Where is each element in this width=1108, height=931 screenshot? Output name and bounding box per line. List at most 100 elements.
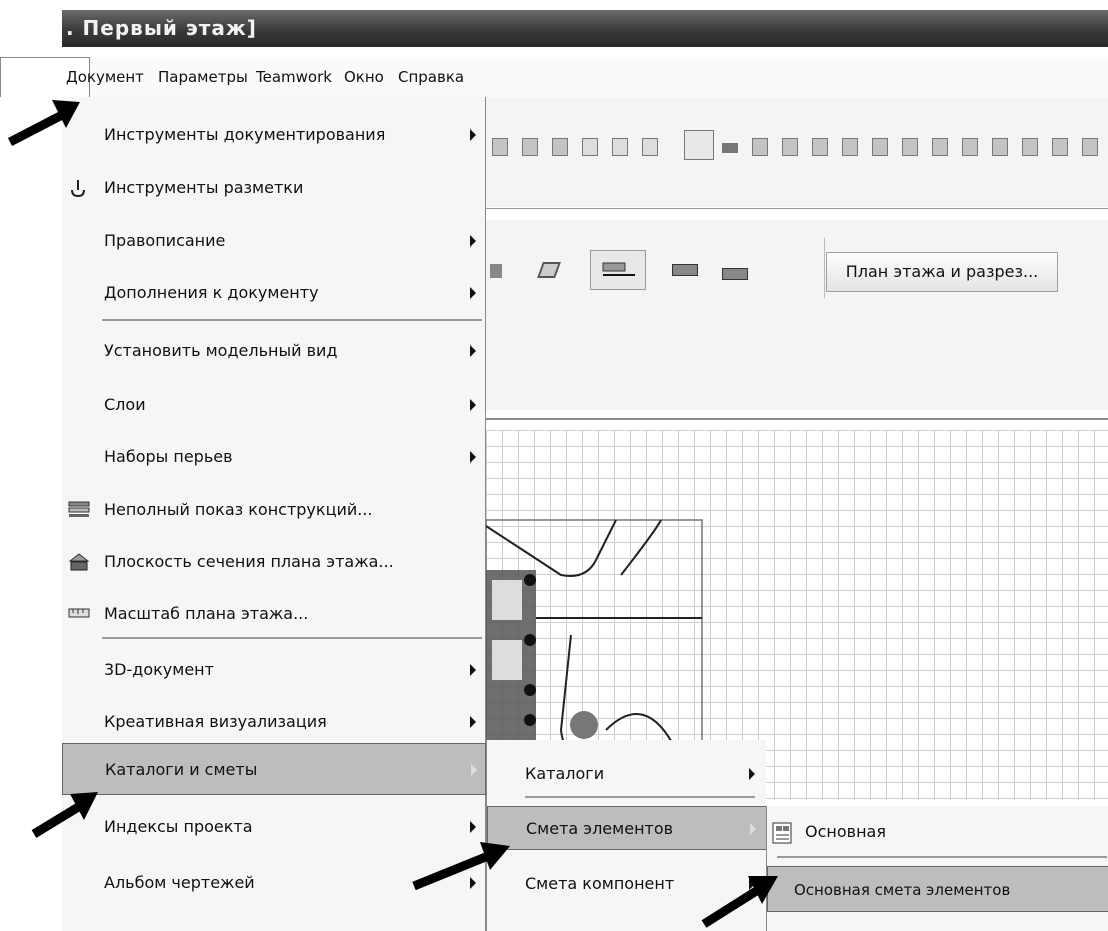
- menu-item-label: 3D-документ: [104, 660, 214, 679]
- wall-reference-line-button[interactable]: [590, 250, 646, 290]
- menu-item-set-model-view[interactable]: Установить модельный вид: [62, 331, 486, 371]
- menu-item-document-extras[interactable]: Дополнения к документу: [62, 273, 486, 313]
- submenu-arrow-icon: [470, 129, 476, 141]
- submenu-item-catalogs[interactable]: Каталоги: [487, 754, 767, 794]
- menu-item-label: Альбом чертежей: [104, 873, 255, 892]
- menubar-item-help[interactable]: Справка: [398, 68, 464, 86]
- menu-item-label: Плоскость сечения плана этажа...: [104, 552, 394, 571]
- pointer-arrow-icon: [7, 100, 80, 146]
- menu-item-label: Слои: [104, 395, 146, 414]
- toolbar-tool-icon[interactable]: [582, 138, 598, 156]
- reference-line-icon: [602, 262, 635, 276]
- wall-tool-icon[interactable]: [684, 130, 714, 160]
- submenu-item-label: Основная смета элементов: [794, 881, 1011, 899]
- submenu-arrow-icon: [470, 451, 476, 463]
- menubar-item-document[interactable]: Документ: [66, 68, 144, 86]
- submenu-arrow-icon: [470, 821, 476, 833]
- toolbar-divider: [486, 208, 1108, 209]
- floor-plan-and-section-label: План этажа и разрез...: [845, 262, 1039, 281]
- toolbar-tool-icon[interactable]: [842, 138, 858, 156]
- toolbar-tool-icon[interactable]: [962, 138, 978, 156]
- menu-item-label: Каталоги и сметы: [105, 760, 258, 779]
- title-bar: . Первый этаж]: [62, 10, 1108, 47]
- menu-item-3d-document[interactable]: 3D-документ: [62, 650, 486, 690]
- floor-plan-and-section-button[interactable]: План этажа и разрез...: [826, 252, 1058, 292]
- scale-ruler-icon: [68, 604, 90, 622]
- submenu-item-label: Смета компонент: [525, 874, 675, 893]
- submenu-item-label: Каталоги: [525, 764, 605, 783]
- wall-geometry-icon[interactable]: [490, 264, 502, 278]
- menu-item-layers[interactable]: Слои: [62, 385, 486, 425]
- toolbar-tool-icon[interactable]: [752, 138, 768, 156]
- toolbar-tool-icon[interactable]: [1052, 138, 1068, 156]
- submenu-item-element-schedule[interactable]: Смета элементов: [487, 806, 767, 850]
- menu-item-label: Инструменты разметки: [104, 178, 304, 197]
- menu-item-creative-visualization[interactable]: Креативная визуализация: [62, 702, 486, 742]
- menubar-item-parameters[interactable]: Параметры: [158, 68, 248, 86]
- menu-separator: [525, 796, 755, 798]
- cut-plane-icon: [68, 552, 90, 571]
- submenu-arrow-icon: [470, 235, 476, 247]
- schedule-icon: [771, 822, 792, 844]
- document-menu: Инструменты документирования Инструменты…: [62, 97, 486, 931]
- info-box-toolbar: [486, 220, 1108, 410]
- submenu-arrow-icon: [470, 399, 476, 411]
- submenu-item-label: Смета элементов: [526, 819, 674, 838]
- submenu-item-basic[interactable]: Основная: [767, 812, 1108, 852]
- toolbar-separator: [824, 238, 825, 298]
- submenu-item-label: Основная: [805, 822, 886, 841]
- submenu-arrow-icon: [471, 764, 477, 776]
- menu-item-label: Неполный показ конструкций...: [104, 500, 373, 519]
- toolbar-tool-icon[interactable]: [782, 138, 798, 156]
- menu-item-floor-plan-scale[interactable]: Масштаб плана этажа...: [62, 594, 486, 634]
- partial-structure-icon: [68, 500, 90, 518]
- toolbar-tool-icon[interactable]: [522, 138, 538, 156]
- toolbar-tool-icon[interactable]: [1022, 138, 1038, 156]
- toolbar-tool-icon[interactable]: [992, 138, 1008, 156]
- menu-separator: [102, 637, 482, 639]
- beam-tool-icon[interactable]: [722, 143, 738, 153]
- reference-line-center-icon[interactable]: [672, 264, 698, 276]
- menu-item-label: Наборы перьев: [104, 447, 233, 466]
- submenu-arrow-icon: [470, 716, 476, 728]
- toolbar-tool-icon[interactable]: [642, 138, 658, 156]
- submenu-item-basic-element-schedule[interactable]: Основная смета элементов: [767, 866, 1108, 912]
- toolbar-tool-icon[interactable]: [552, 138, 568, 156]
- markup-pen-icon: [68, 178, 88, 198]
- menu-item-label: Инструменты документирования: [104, 125, 386, 144]
- element-schedule-submenu: Основная Основная смета элементов: [766, 806, 1108, 931]
- submenu-arrow-icon: [749, 768, 755, 780]
- toolbar-tool-icon[interactable]: [812, 138, 828, 156]
- menu-separator: [777, 856, 1107, 858]
- pointer-arrow-icon: [31, 792, 98, 838]
- menu-item-label: Установить модельный вид: [104, 341, 338, 360]
- menu-item-label: Дополнения к документу: [104, 283, 319, 302]
- menu-item-label: Правописание: [104, 231, 226, 250]
- menu-item-pen-sets[interactable]: Наборы перьев: [62, 437, 486, 477]
- toolbar-tool-icon[interactable]: [872, 138, 888, 156]
- toolbar-tool-icon[interactable]: [1082, 138, 1098, 156]
- submenu-arrow-icon: [750, 823, 756, 835]
- menu-item-documentation-tools[interactable]: Инструменты документирования: [62, 115, 486, 155]
- menu-separator: [102, 319, 482, 321]
- toolbar-divider: [486, 418, 1108, 420]
- toolbar-tool-icon[interactable]: [902, 138, 918, 156]
- menu-item-partial-structure-display[interactable]: Неполный показ конструкций...: [62, 490, 486, 530]
- menu-item-spelling[interactable]: Правописание: [62, 221, 486, 261]
- toolbar-tool-icon[interactable]: [492, 138, 508, 156]
- toolbar-tool-icon[interactable]: [612, 138, 628, 156]
- window-title: . Первый этаж]: [66, 16, 257, 40]
- toolbar-tool-icon[interactable]: [932, 138, 948, 156]
- reference-line-inside-icon[interactable]: [722, 268, 748, 280]
- pointer-arrow-icon: [701, 876, 778, 928]
- menubar-item-teamwork[interactable]: Teamwork: [256, 68, 332, 86]
- menu-item-floor-plan-cut-plane[interactable]: Плоскость сечения плана этажа...: [62, 542, 486, 582]
- submenu-arrow-icon: [470, 287, 476, 299]
- pointer-arrow-icon: [412, 842, 510, 891]
- submenu-arrow-icon: [470, 664, 476, 676]
- menu-item-markup-tools[interactable]: Инструменты разметки: [62, 168, 486, 208]
- menu-item-catalogs-and-schedules[interactable]: Каталоги и сметы: [62, 743, 486, 795]
- menubar-item-window[interactable]: Окно: [344, 68, 384, 86]
- menu-item-label: Индексы проекта: [104, 817, 253, 836]
- menu-item-label: Креативная визуализация: [104, 712, 327, 731]
